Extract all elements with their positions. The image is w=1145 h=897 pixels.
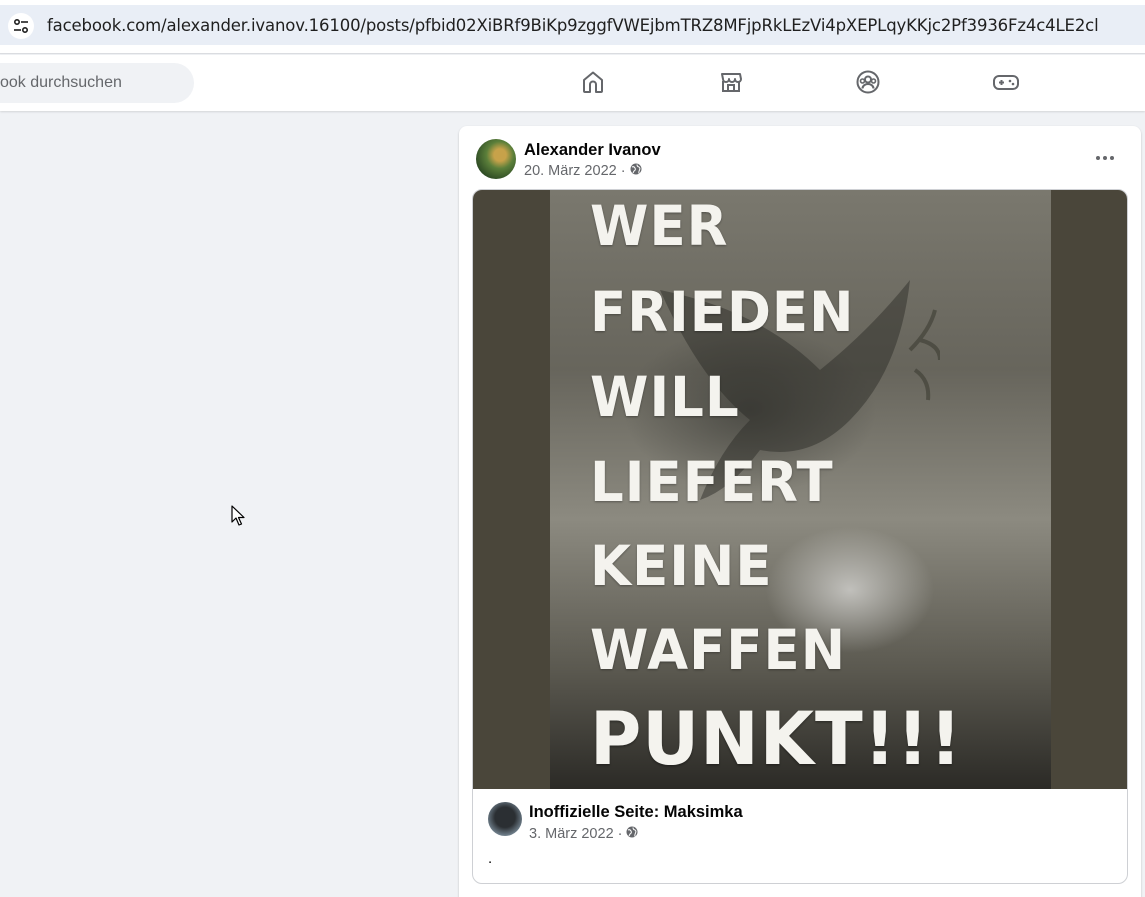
search-box[interactable] (0, 63, 194, 103)
globe-icon (626, 826, 638, 842)
source-meta: 3. März 2022 · (529, 826, 638, 842)
groups-icon[interactable] (853, 67, 883, 97)
globe-icon (630, 163, 642, 179)
more-icon[interactable] (1091, 148, 1119, 168)
poster-line: WAFFEN (590, 618, 847, 683)
meta-separator: · (617, 826, 623, 842)
browser-address-bar: facebook.com/alexander.ivanov.16100/post… (0, 0, 1145, 54)
poster-line: PUNKT!!! (590, 695, 963, 783)
search-input[interactable] (0, 63, 190, 103)
poster-line: WILL (590, 365, 740, 430)
post-image[interactable]: WER FRIEDEN WILL LIEFERT KEINE WAFFEN PU… (473, 190, 1127, 789)
omnibox[interactable]: facebook.com/alexander.ivanov.16100/post… (0, 5, 1145, 45)
mouse-cursor-icon (231, 505, 245, 526)
home-icon[interactable] (578, 67, 608, 97)
author-avatar[interactable] (476, 139, 516, 179)
post-card: Alexander Ivanov 20. März 2022 · WER FRI… (459, 126, 1141, 897)
poster-line: KEINE (590, 534, 773, 599)
source-date[interactable]: 3. März 2022 (529, 826, 614, 842)
source-post-text: . (488, 850, 493, 867)
post-author-name[interactable]: Alexander Ivanov (524, 141, 661, 160)
source-page-name[interactable]: Inoffizielle Seite: Maksimka (529, 803, 743, 822)
marketplace-icon[interactable] (716, 67, 746, 97)
poster-line: WER (590, 194, 729, 259)
source-avatar[interactable] (488, 802, 522, 836)
poster: WER FRIEDEN WILL LIEFERT KEINE WAFFEN PU… (550, 190, 1051, 789)
shared-post[interactable]: WER FRIEDEN WILL LIEFERT KEINE WAFFEN PU… (472, 189, 1128, 884)
post-meta: 20. März 2022 · (524, 163, 642, 179)
post-date[interactable]: 20. März 2022 (524, 163, 617, 179)
tune-icon[interactable] (8, 13, 34, 39)
gaming-icon[interactable] (991, 67, 1021, 97)
url-text[interactable]: facebook.com/alexander.ivanov.16100/post… (47, 16, 1099, 35)
meta-separator: · (620, 163, 626, 179)
poster-line: FRIEDEN (590, 280, 855, 345)
facebook-header (0, 55, 1145, 111)
poster-line: LIEFERT (590, 450, 834, 515)
